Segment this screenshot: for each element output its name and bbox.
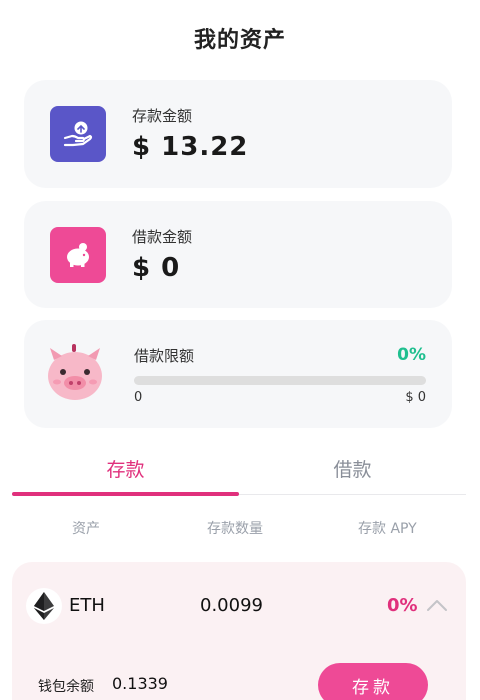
hand-coin-icon: [50, 106, 106, 162]
borrow-limit-progress-bar: [134, 376, 426, 385]
chevron-up-icon[interactable]: [426, 598, 448, 612]
tab-borrow[interactable]: 借款: [239, 455, 466, 482]
tab-active-indicator: [12, 492, 239, 496]
wallet-balance-label: 钱包余额: [38, 679, 94, 695]
borrow-limit-label: 借款限额: [134, 347, 195, 365]
tab-deposit[interactable]: 存款: [12, 455, 239, 482]
column-header-asset: 资产: [72, 521, 100, 537]
borrow-limit-max: $ 0: [405, 390, 426, 405]
asset-row-eth[interactable]: ETH 0.0099 0% 钱包余额 0.1339 存款: [12, 562, 466, 700]
deposit-amount-card: 存款金额 $ 13.22: [24, 80, 452, 188]
deposit-amount-value: $ 13.22: [132, 132, 249, 162]
piggy-illustration-icon: [42, 340, 108, 406]
borrow-amount-value: $ 0: [132, 253, 181, 283]
column-header-amount: 存款数量: [207, 521, 263, 537]
piggy-bank-icon: [50, 227, 106, 283]
asset-symbol: ETH: [69, 595, 105, 616]
borrow-limit-percent: 0%: [397, 345, 426, 365]
page-title: 我的资产: [193, 28, 286, 53]
asset-deposit-amount: 0.0099: [200, 595, 263, 616]
borrow-amount-label: 借款金额: [132, 228, 193, 246]
borrow-limit-card: 借款限额 0% 0 $ 0: [24, 320, 452, 428]
deposit-button[interactable]: 存款: [318, 663, 428, 700]
asset-apy: 0%: [387, 595, 418, 616]
borrow-limit-min: 0: [134, 390, 143, 405]
eth-icon: [26, 588, 62, 624]
column-header-apy: 存款 APY: [358, 521, 417, 537]
deposit-amount-label: 存款金额: [132, 107, 193, 125]
wallet-balance-value: 0.1339: [112, 674, 168, 693]
borrow-amount-card: 借款金额 $ 0: [24, 201, 452, 308]
